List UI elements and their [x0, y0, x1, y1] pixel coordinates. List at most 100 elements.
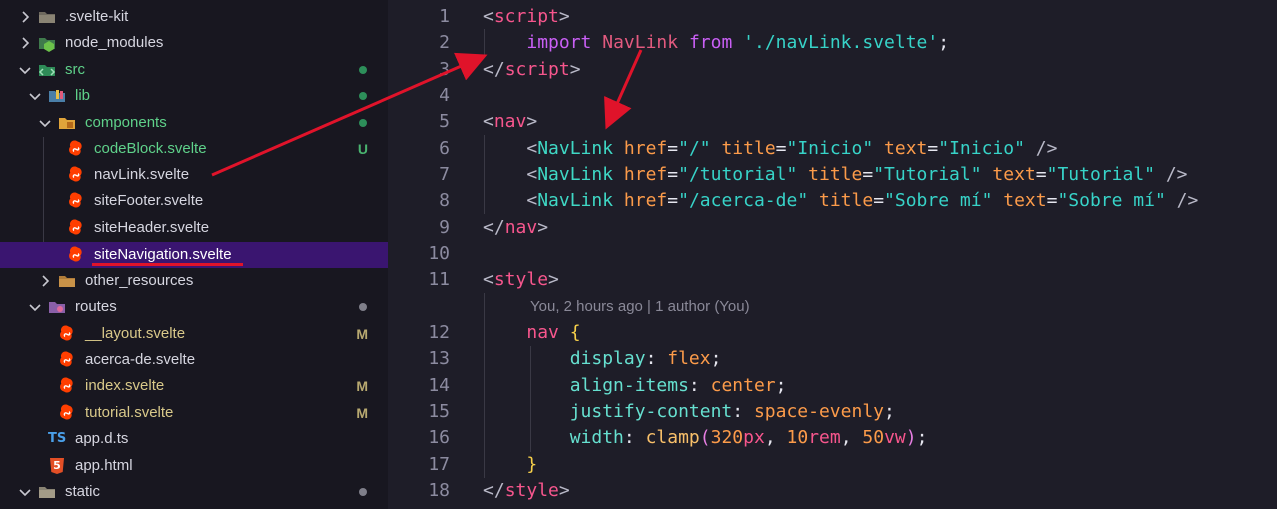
tok: <: [526, 164, 538, 185]
tok: :: [732, 401, 744, 422]
tree-item-sitenavigation-svelte[interactable]: siteNavigation.svelte: [0, 242, 388, 268]
status-dot: [359, 303, 367, 311]
tok: NavLink: [537, 164, 614, 185]
status-badge: M: [356, 326, 368, 342]
lib-folder-icon: [48, 87, 66, 105]
svelte-icon: [67, 140, 85, 158]
tok: from: [688, 32, 733, 53]
src-folder-icon: [38, 61, 56, 79]
tree-item-app-d-ts[interactable]: TS app.d.ts: [0, 426, 388, 452]
code-line: </script>: [483, 57, 581, 83]
components-folder-icon: [58, 114, 76, 132]
code-line: <nav>: [483, 109, 537, 135]
tok: 10: [786, 427, 809, 448]
tok: NavLink: [537, 138, 614, 159]
status-dot: [359, 119, 367, 127]
tree-item-node-modules[interactable]: node_modules: [0, 30, 388, 56]
git-blame-annotation[interactable]: You, 2 hours ago | 1 author (You): [530, 294, 750, 320]
svelte-icon: [58, 377, 76, 395]
line-number: 15: [428, 401, 450, 422]
tok: NavLink: [537, 190, 614, 211]
tok: />: [1165, 164, 1188, 185]
tok: {: [569, 322, 581, 343]
tok: './navLink.svelte': [743, 32, 939, 53]
code-line: <NavLink href="/" title="Inicio" text="I…: [483, 136, 1057, 162]
tree-item-other-resources[interactable]: other_resources: [0, 268, 388, 294]
tok: >: [569, 59, 581, 80]
tree-item-app-html[interactable]: 5 app.html: [0, 453, 388, 479]
tok: href: [623, 138, 668, 159]
tok: "Sobre mí": [884, 190, 993, 211]
code-line: align-items: center;: [483, 373, 787, 399]
tok: =: [1035, 164, 1047, 185]
line-number: 18: [428, 480, 450, 501]
tree-item-navlink-svelte[interactable]: navLink.svelte: [0, 162, 388, 188]
tree-item-tutorial-svelte[interactable]: tutorial.svelte M: [0, 400, 388, 426]
tok: <: [483, 269, 494, 290]
line-number: 6: [439, 138, 450, 159]
code-line: }: [483, 452, 537, 478]
tree-item-sitefooter-svelte[interactable]: siteFooter.svelte: [0, 188, 388, 214]
tree-item-lib[interactable]: lib: [0, 83, 388, 109]
code-line: <style>: [483, 267, 559, 293]
tree-item-src[interactable]: src: [0, 57, 388, 83]
tok: =: [667, 190, 679, 211]
tree-item-svelte-kit[interactable]: .svelte-kit: [0, 4, 388, 30]
tree-item-label: siteFooter.svelte: [94, 192, 204, 209]
tok: href: [623, 164, 668, 185]
tok: =: [775, 138, 787, 159]
tok: ): [905, 427, 917, 448]
tok: </: [483, 480, 505, 501]
svelte-icon: [58, 351, 76, 369]
tok: =: [862, 164, 874, 185]
tok: />: [1176, 190, 1199, 211]
tok: flex: [667, 348, 711, 369]
code-editor[interactable]: 1 2 3 4 5 6 7 8 9 10 11 12 13 14 15 16 1…: [388, 0, 1277, 509]
tree-item-static[interactable]: static: [0, 479, 388, 505]
tree-item-index-svelte[interactable]: index.svelte M: [0, 373, 388, 399]
tok: =: [1046, 190, 1058, 211]
tree-item-label: components: [85, 114, 167, 131]
line-number: 5: [439, 111, 450, 132]
chevron-down-icon: [37, 115, 53, 131]
tok: "/acerca-de": [678, 190, 809, 211]
code-line: <NavLink href="/acerca-de" title="Sobre …: [483, 188, 1198, 214]
chevron-down-icon: [17, 484, 33, 500]
tok: >: [526, 111, 538, 132]
tok: (: [699, 427, 711, 448]
code-line: nav {: [483, 320, 581, 346]
node-folder-icon: [38, 34, 56, 52]
line-number: 11: [428, 269, 450, 290]
tree-item-routes[interactable]: routes: [0, 294, 388, 320]
line-number: 10: [428, 243, 450, 264]
tok: text: [1003, 190, 1047, 211]
tok: 50: [862, 427, 885, 448]
line-number: 8: [439, 190, 450, 211]
line-number: 14: [428, 375, 450, 396]
tree-item-layout-svelte[interactable]: __layout.svelte M: [0, 321, 388, 347]
tok: px: [743, 427, 765, 448]
status-badge: M: [356, 378, 368, 394]
tok: text: [992, 164, 1036, 185]
code-line: justify-content: space-evenly;: [483, 399, 895, 425]
tree-item-acerca-de-svelte[interactable]: acerca-de.svelte: [0, 347, 388, 373]
tree-item-label: static: [65, 483, 101, 500]
tree-item-label: index.svelte: [85, 377, 165, 394]
tok: ;: [884, 401, 895, 422]
tree-item-label: siteHeader.svelte: [94, 219, 210, 236]
tree-item-components[interactable]: components: [0, 110, 388, 136]
svelte-icon: [67, 246, 85, 264]
svelte-icon: [67, 166, 85, 184]
tok: :: [688, 375, 700, 396]
tok: <: [526, 138, 538, 159]
svelte-icon: [58, 404, 76, 422]
tok: "Inicio": [786, 138, 874, 159]
tree-item-label: .svelte-kit: [65, 8, 129, 25]
tree-item-codeblock-svelte[interactable]: codeBlock.svelte U: [0, 136, 388, 162]
tok: style: [504, 480, 559, 501]
tok: clamp: [645, 427, 700, 448]
tree-item-label: acerca-de.svelte: [85, 351, 196, 368]
routes-folder-icon: [48, 298, 66, 316]
tok: >: [548, 269, 559, 290]
tree-item-siteheader-svelte[interactable]: siteHeader.svelte: [0, 215, 388, 241]
